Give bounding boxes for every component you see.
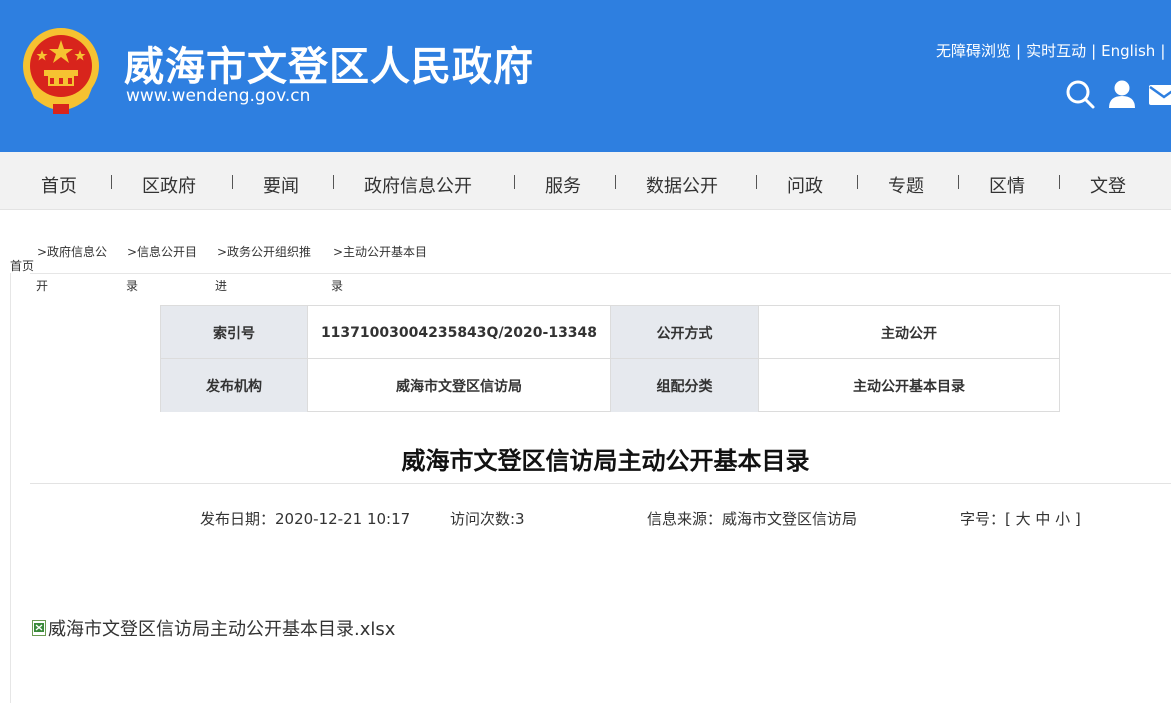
nav-separator (615, 175, 616, 189)
breadcrumb-item[interactable]: >信息公开目 (127, 243, 197, 260)
breadcrumb-item-wrap[interactable]: 录 (126, 277, 138, 294)
article-title: 威海市文登区信访局主动公开基本目录 (401, 447, 810, 475)
index-value: 11371003004235843Q/2020-13348 (308, 306, 611, 359)
nav-item-open-data[interactable]: 数据公开 (646, 172, 718, 198)
header-icons (1064, 78, 1171, 110)
search-icon[interactable] (1064, 78, 1096, 110)
breadcrumb-item[interactable]: >政府信息公 (37, 243, 107, 260)
info-source: 信息来源：威海市文登区信访局 (647, 510, 858, 528)
nav-item-wendeng[interactable]: 文登 (1090, 172, 1126, 198)
nav-item-government-info[interactable]: 政府信息公开 (364, 172, 472, 198)
index-label: 索引号 (161, 306, 308, 359)
nav-separator (958, 175, 959, 189)
breadcrumb-item-wrap[interactable]: 录 (331, 277, 343, 294)
publish-method-label: 公开方式 (611, 306, 759, 359)
nav-item-inquiry[interactable]: 问政 (787, 172, 823, 198)
category-label: 组配分类 (611, 359, 759, 412)
top-links: 无障碍浏览 | 实时互动 | English | (936, 40, 1170, 61)
visit-count: 访问次数:3 (450, 510, 525, 528)
main-nav: 首页 区政府 要闻 政府信息公开 服务 数据公开 问政 专题 区情 文登 (0, 152, 1171, 210)
category-value: 主动公开基本目录 (853, 378, 965, 395)
nav-separator (756, 175, 757, 189)
attachment-link[interactable]: 威海市文登区信访局主动公开基本目录.xlsx (32, 615, 395, 641)
nav-item-district-info[interactable]: 区情 (989, 172, 1025, 198)
nav-separator (514, 175, 515, 189)
breadcrumb-item-wrap[interactable]: 开 (36, 277, 48, 294)
nav-item-home[interactable]: 首页 (41, 172, 77, 198)
breadcrumb-item-wrap[interactable]: 进 (215, 277, 227, 294)
english-link[interactable]: English (1101, 42, 1155, 60)
content-left-border (10, 273, 11, 703)
mail-icon[interactable] (1148, 78, 1171, 110)
nav-separator (232, 175, 233, 189)
publish-method-value: 主动公开 (881, 325, 937, 342)
nav-item-news[interactable]: 要闻 (263, 172, 299, 198)
attachment-filename[interactable]: 威海市文登区信访局主动公开基本目录.xlsx (48, 615, 395, 641)
site-header: 威海市文登区人民政府 www.wendeng.gov.cn 无障碍浏览 | 实时互动… (0, 0, 1171, 152)
accessibility-link[interactable]: 无障碍浏览 (936, 40, 1011, 61)
national-emblem-icon[interactable] (20, 26, 102, 116)
nav-separator (857, 175, 858, 189)
site-title[interactable]: 威海市文登区人民政府 (124, 34, 534, 92)
breadcrumb-item[interactable]: >政务公开组织推 (217, 243, 311, 260)
breadcrumb-home[interactable]: 首页 (10, 257, 34, 274)
site-url[interactable]: www.wendeng.gov.cn (126, 86, 310, 106)
info-table: 索引号 11371003004235843Q/2020-13348 公开方式 主… (160, 305, 1060, 412)
publisher-label: 发布机构 (161, 359, 308, 412)
nav-item-topics[interactable]: 专题 (888, 172, 924, 198)
publisher-value: 威海市文登区信访局 (308, 359, 611, 412)
link-separator: | (1160, 42, 1166, 60)
nav-separator (333, 175, 334, 189)
title-divider (30, 483, 1171, 484)
breadcrumb-divider (30, 273, 1171, 274)
font-size-selector[interactable]: 字号：[ 大 中 小 ] (960, 508, 1081, 529)
link-separator: | (1091, 42, 1097, 60)
nav-separator (111, 175, 112, 189)
nav-item-district-government[interactable]: 区政府 (142, 172, 196, 198)
publish-date: 发布日期：2020-12-21 10:17 (200, 510, 411, 528)
breadcrumb-item-current[interactable]: >主动公开基本目 (333, 243, 427, 260)
nav-separator (1059, 175, 1060, 189)
user-icon[interactable] (1106, 78, 1138, 110)
nav-item-services[interactable]: 服务 (545, 172, 581, 198)
excel-file-icon (32, 620, 46, 636)
interaction-link[interactable]: 实时互动 (1026, 40, 1086, 61)
link-separator: | (1016, 42, 1022, 60)
